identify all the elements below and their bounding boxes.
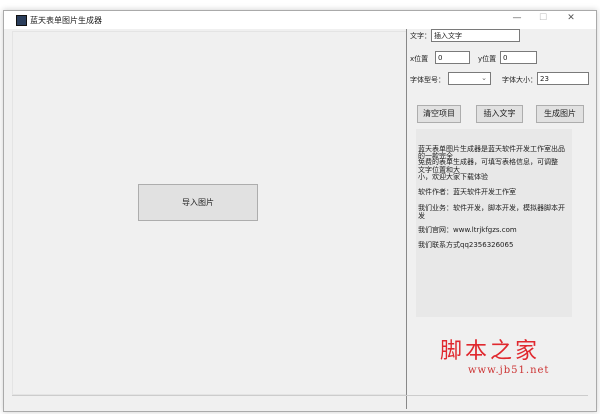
business-text: 发 (418, 212, 425, 220)
text-label: 文字： (410, 32, 431, 40)
author-text: 软件作者：蓝天软件开发工作室 (418, 188, 516, 196)
text-input[interactable]: 插入文字 (431, 29, 520, 42)
watermark: 脚本之家 www.jb51.net (440, 333, 549, 376)
insert-text-button[interactable]: 插入文字 (476, 105, 523, 123)
info-panel: 蓝天表单图片生成器是蓝天软件开发工作室出品 的一款完全 免费的表单生成器，可填写… (416, 129, 572, 317)
title-bar: 蓝天表单图片生成器 — ☐ ✕ (4, 11, 596, 29)
website-text: 我们官网：www.ltrjkfgzs.com (418, 226, 517, 234)
contact-text: 我们联系方式qq2356326065 (418, 241, 514, 249)
font-size-input[interactable]: 23 (537, 72, 589, 85)
maximize-button[interactable]: ☐ (532, 13, 554, 23)
business-text: 我们业务：软件开发，脚本开发，模拟器脚本开 (418, 204, 565, 212)
x-position-label: x位置 (410, 55, 429, 63)
generate-image-button[interactable]: 生成图片 (536, 105, 584, 123)
app-icon (16, 15, 27, 26)
watermark-url: www.jb51.net (468, 365, 550, 376)
y-position-label: y位置 (478, 55, 497, 63)
window-title: 蓝天表单图片生成器 (30, 16, 102, 25)
close-button[interactable]: ✕ (560, 13, 582, 23)
status-strip (12, 395, 588, 406)
chevron-down-icon: ⌄ (481, 74, 487, 82)
minimize-button[interactable]: — (506, 13, 528, 23)
info-line: 小，欢迎大家下载体验 (418, 173, 488, 181)
image-canvas-panel: 导入图片 (12, 31, 407, 395)
watermark-title: 脚本之家 (440, 339, 541, 364)
x-position-input[interactable]: 0 (435, 51, 470, 64)
y-position-input[interactable]: 0 (500, 51, 537, 64)
panel-divider (406, 29, 407, 409)
import-image-button[interactable]: 导入图片 (138, 184, 258, 221)
font-size-label: 字体大小： (502, 76, 537, 84)
clear-items-button[interactable]: 清空项目 (417, 105, 461, 123)
font-type-label: 字体型号： (410, 76, 445, 84)
font-type-select[interactable]: ⌄ (448, 72, 491, 85)
